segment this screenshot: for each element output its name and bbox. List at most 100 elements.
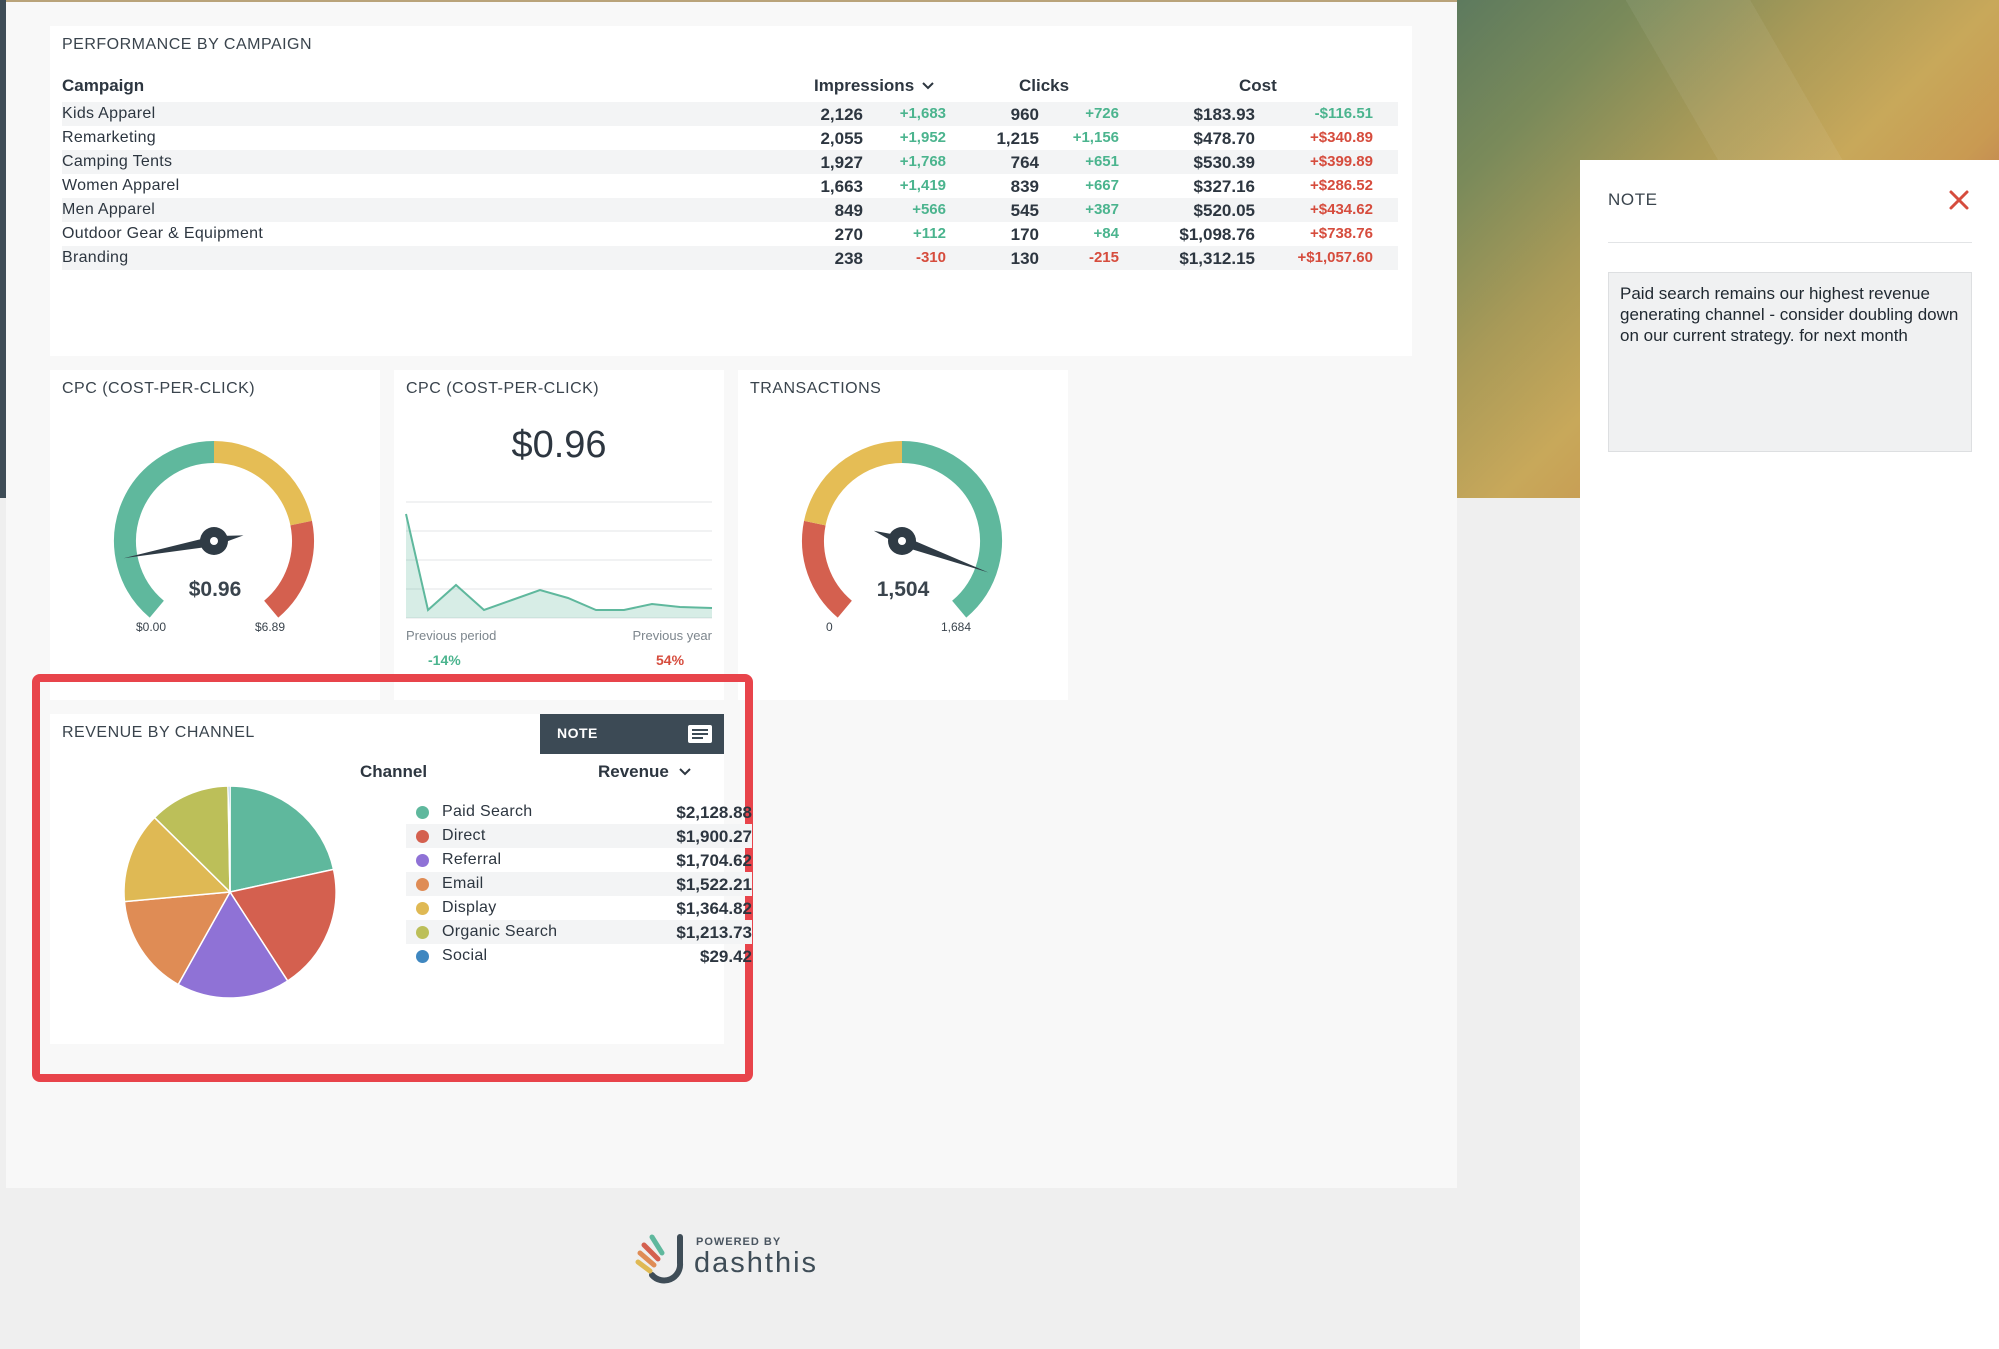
cost-value: $327.16 bbox=[1193, 177, 1255, 196]
gauge-min-label: $0.00 bbox=[136, 620, 167, 634]
legend-color-dot bbox=[416, 854, 429, 867]
column-header-channel[interactable]: Channel bbox=[360, 762, 427, 782]
channel-revenue: $1,900.27 bbox=[676, 827, 752, 846]
cost-value: $520.05 bbox=[1193, 201, 1255, 220]
channel-revenue: $1,704.62 bbox=[676, 851, 752, 870]
channel-name: Organic Search bbox=[442, 923, 558, 940]
cpc-gauge-chart bbox=[114, 441, 314, 618]
channel-name: Paid Search bbox=[442, 803, 533, 820]
cost-value: $183.93 bbox=[1193, 105, 1255, 124]
widget-title: REVENUE BY CHANNEL bbox=[62, 724, 255, 741]
campaign-name: Camping Tents bbox=[62, 153, 173, 170]
legend-color-dot bbox=[416, 902, 429, 915]
column-header-revenue[interactable]: Revenue bbox=[598, 762, 691, 782]
legend-row[interactable]: Referral $1,704.62 bbox=[406, 848, 752, 872]
cost-value: $1,312.15 bbox=[1179, 249, 1255, 268]
clicks-delta: +726 bbox=[1085, 105, 1119, 122]
cost-value: $478.70 bbox=[1193, 129, 1255, 148]
table-row: Remarketing 2,055 +1,952 1,215 +1,156 $478.70… bbox=[62, 126, 1398, 150]
impressions-value: 849 bbox=[834, 201, 863, 220]
clicks-delta: -215 bbox=[1088, 249, 1119, 266]
clicks-delta: +1,156 bbox=[1072, 129, 1119, 146]
impressions-value: 1,663 bbox=[820, 177, 863, 196]
gauge-min-label: 0 bbox=[826, 620, 833, 634]
clicks-value: 960 bbox=[1010, 105, 1039, 124]
transactions-gauge-widget: TRANSACTIONS 1,504 0 1,684 bbox=[738, 370, 1068, 700]
channel-revenue: $1,522.21 bbox=[676, 875, 752, 894]
impressions-delta: +1,683 bbox=[899, 105, 946, 122]
legend-row[interactable]: Direct $1,900.27 bbox=[406, 824, 752, 848]
comment-icon bbox=[688, 725, 712, 743]
cost-delta: +$399.89 bbox=[1310, 153, 1373, 170]
previous-period-label: Previous period bbox=[406, 628, 497, 643]
clicks-delta: +387 bbox=[1085, 201, 1119, 218]
clicks-value: 130 bbox=[1010, 249, 1039, 268]
widget-title: CPC (COST-PER-CLICK) bbox=[406, 380, 600, 397]
impressions-delta: +1,952 bbox=[899, 129, 946, 146]
table-row: Men Apparel 849 +566 545 +387 $520.05 +$434.62 bbox=[62, 198, 1398, 222]
campaign-name: Branding bbox=[62, 249, 129, 266]
clicks-value: 170 bbox=[1010, 225, 1039, 244]
impressions-value: 2,126 bbox=[820, 105, 863, 124]
gauge-max-label: 1,684 bbox=[941, 620, 972, 634]
legend-row[interactable]: Paid Search $2,128.88 bbox=[406, 800, 752, 824]
gauge-max-label: $6.89 bbox=[255, 620, 286, 634]
note-textarea[interactable]: Paid search remains our highest revenue … bbox=[1608, 272, 1972, 452]
campaign-name: Kids Apparel bbox=[62, 105, 156, 122]
campaign-name: Women Apparel bbox=[62, 177, 180, 194]
gauge-value: 1,504 bbox=[876, 578, 930, 601]
transactions-gauge-chart bbox=[802, 441, 1002, 618]
cpc-trend-widget: CPC (COST-PER-CLICK) $0.96 Previous peri… bbox=[394, 370, 724, 700]
widget-title: PERFORMANCE BY CAMPAIGN bbox=[62, 36, 313, 53]
legend-color-dot bbox=[416, 950, 429, 963]
campaign-name: Men Apparel bbox=[62, 201, 156, 218]
gauge-hub-center bbox=[210, 537, 218, 545]
impressions-delta: +1,419 bbox=[899, 177, 946, 194]
impressions-delta: +566 bbox=[912, 201, 946, 218]
legend-color-dot bbox=[416, 926, 429, 939]
impressions-delta: +1,768 bbox=[899, 153, 946, 170]
channel-name: Social bbox=[442, 947, 488, 964]
legend-row[interactable]: Email $1,522.21 bbox=[406, 872, 752, 896]
chevron-down-icon bbox=[678, 768, 691, 776]
legend-row[interactable]: Organic Search $1,213.73 bbox=[406, 920, 752, 944]
table-row: Outdoor Gear & Equipment 270 +112 170 +84 $1,… bbox=[62, 222, 1398, 246]
powered-by-footer[interactable]: POWERED BY dashthis bbox=[630, 1225, 830, 1285]
channel-name: Email bbox=[442, 875, 484, 892]
cost-delta: +$1,057.60 bbox=[1297, 249, 1374, 266]
table-row: Branding 238 -310 130 -215 $1,312.15 +$1,057.6… bbox=[62, 246, 1398, 270]
channel-name: Display bbox=[442, 899, 497, 916]
big-number: $0.96 bbox=[511, 424, 607, 466]
impressions-delta: -310 bbox=[915, 249, 946, 266]
channel-revenue: $2,128.88 bbox=[676, 803, 752, 822]
table-row: Camping Tents 1,927 +1,768 764 +651 $530.39 +$… bbox=[62, 150, 1398, 174]
column-header-clicks[interactable]: Clicks bbox=[1019, 76, 1069, 96]
clicks-delta: +667 bbox=[1085, 177, 1119, 194]
close-icon[interactable] bbox=[1946, 187, 1972, 213]
divider bbox=[1608, 242, 1972, 243]
note-panel-title: NOTE bbox=[1608, 190, 1658, 209]
legend-color-dot bbox=[416, 830, 429, 843]
column-header-cost[interactable]: Cost bbox=[1239, 76, 1277, 96]
gauge-arc-yellow bbox=[804, 441, 903, 526]
column-header-impressions[interactable]: Impressions bbox=[814, 76, 934, 96]
revenue-by-channel-widget[interactable]: REVENUE BY CHANNEL Channel Revenue Paid … bbox=[50, 714, 752, 1044]
previous-period-value: -14% bbox=[428, 652, 461, 668]
impressions-value: 270 bbox=[834, 225, 863, 244]
gauge-value: $0.96 bbox=[188, 578, 242, 601]
legend-row[interactable]: Display $1,364.82 bbox=[406, 896, 752, 920]
revenue-pie-chart bbox=[123, 785, 337, 999]
note-button[interactable]: NOTE bbox=[540, 714, 724, 754]
previous-year-label: Previous year bbox=[632, 628, 712, 643]
table-row: Women Apparel 1,663 +1,419 839 +667 $327.16 +$… bbox=[62, 174, 1398, 198]
clicks-value: 839 bbox=[1010, 177, 1039, 196]
column-header-campaign[interactable]: Campaign bbox=[62, 76, 144, 96]
legend-row[interactable]: Social $29.42 bbox=[406, 944, 752, 968]
channel-revenue: $1,364.82 bbox=[676, 899, 752, 918]
gauge-hub-center bbox=[898, 537, 906, 545]
gauge-arc-yellow bbox=[213, 441, 312, 526]
campaign-name: Outdoor Gear & Equipment bbox=[62, 225, 264, 242]
cpc-gauge-widget: CPC (COST-PER-CLICK) $0.96 $0.00 $6.89 bbox=[50, 370, 380, 700]
legend-color-dot bbox=[416, 806, 429, 819]
sparkline-chart bbox=[405, 501, 713, 619]
